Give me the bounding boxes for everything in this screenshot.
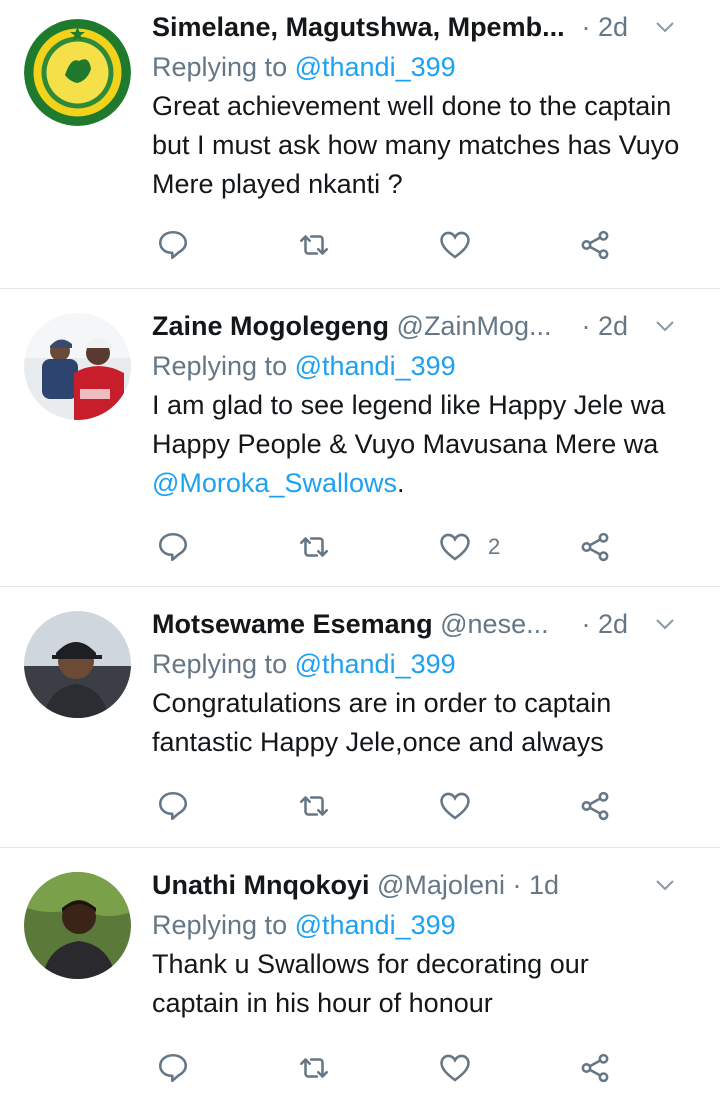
heart-icon (440, 792, 470, 820)
share-button[interactable] (578, 786, 612, 826)
share-icon (581, 230, 609, 260)
tweet-actions: 2 (152, 527, 632, 567)
replying-to: Replying to @thandi_399 (152, 346, 700, 386)
retweet-icon (299, 235, 329, 255)
heart-icon (440, 231, 470, 259)
heart-icon (440, 533, 470, 561)
tweet-text: Great achievement well done to the capta… (152, 91, 680, 199)
reply-button[interactable] (156, 527, 190, 567)
reply-feed: Simelane, Magutshwa, Mpemb... · 2d Reply… (0, 0, 720, 1099)
text-mention[interactable]: @Moroka_Swallows (152, 468, 397, 498)
chevron-down-icon[interactable] (655, 316, 675, 336)
like-button[interactable] (438, 786, 472, 826)
reply-icon (158, 532, 188, 562)
tweet-header: Motsewame Esemang @nese... · 2d (152, 604, 700, 644)
author-name[interactable]: Motsewame Esemang (152, 609, 433, 639)
timestamp[interactable]: · 1d (513, 870, 560, 900)
reply-icon (158, 791, 188, 821)
chevron-down-icon[interactable] (655, 17, 675, 37)
author-name[interactable]: Unathi Mnqokoyi (152, 870, 370, 900)
replying-label: Replying to (152, 52, 295, 82)
tweet-header: Unathi Mnqokoyi @Majoleni · 1d (152, 865, 700, 905)
author-handle[interactable]: @nese... (440, 609, 548, 639)
like-button[interactable] (438, 1048, 472, 1088)
author-name[interactable]: Zaine Mogolegeng (152, 311, 389, 341)
tweet-actions (152, 786, 632, 826)
replying-mention[interactable]: @thandi_399 (295, 351, 456, 381)
avatar[interactable] (24, 872, 131, 979)
share-icon (581, 532, 609, 562)
like-button[interactable] (438, 225, 472, 265)
timestamp[interactable]: · 2d (581, 306, 628, 346)
tweet-header: Zaine Mogolegeng @ZainMog... · 2d (152, 306, 700, 346)
tweet-text: Thank u Swallows for decorating our capt… (152, 949, 589, 1018)
share-icon (581, 1053, 609, 1083)
heart-icon (440, 1054, 470, 1082)
retweet-icon (299, 1058, 329, 1078)
reply-button[interactable] (156, 225, 190, 265)
reply-button[interactable] (156, 786, 190, 826)
tweet[interactable]: Simelane, Magutshwa, Mpemb... · 2d Reply… (0, 0, 720, 289)
replying-to: Replying to @thandi_399 (152, 644, 700, 684)
like-button[interactable]: 2 (438, 527, 500, 567)
tweet-actions (152, 225, 632, 265)
timestamp[interactable]: · 2d (581, 604, 628, 644)
replying-mention[interactable]: @thandi_399 (295, 910, 456, 940)
tweet-header: Simelane, Magutshwa, Mpemb... · 2d (152, 7, 700, 47)
author-handle[interactable]: @ZainMog... (397, 311, 552, 341)
retweet-button[interactable] (297, 225, 331, 265)
tweet[interactable]: Motsewame Esemang @nese... · 2d Replying… (0, 587, 720, 848)
replying-mention[interactable]: @thandi_399 (295, 52, 456, 82)
author-name[interactable]: Simelane, Magutshwa, Mpemb... (152, 12, 565, 42)
tweet[interactable]: Unathi Mnqokoyi @Majoleni · 1d Replying … (0, 848, 720, 1099)
tweet-text-body: I am glad to see legend like Happy Jele … (152, 390, 666, 459)
avatar[interactable] (24, 313, 131, 420)
like-count: 2 (488, 534, 501, 559)
tweet[interactable]: Zaine Mogolegeng @ZainMog... · 2d Replyi… (0, 289, 720, 587)
replying-mention[interactable]: @thandi_399 (295, 649, 456, 679)
chevron-down-icon[interactable] (655, 614, 675, 634)
tweet-text: I am glad to see legend like Happy Jele … (152, 386, 692, 503)
share-icon (581, 791, 609, 821)
author-handle[interactable]: @Majoleni (377, 870, 505, 900)
share-button[interactable] (578, 225, 612, 265)
replying-label: Replying to (152, 351, 295, 381)
tweet-actions (152, 1048, 632, 1088)
reply-icon (158, 230, 188, 260)
retweet-button[interactable] (297, 1048, 331, 1088)
timestamp[interactable]: · 2d (581, 7, 628, 47)
chevron-down-icon[interactable] (655, 875, 675, 895)
retweet-icon (299, 537, 329, 557)
replying-label: Replying to (152, 649, 295, 679)
retweet-button[interactable] (297, 786, 331, 826)
retweet-icon (299, 796, 329, 816)
tweet-text-end: . (397, 468, 405, 498)
avatar[interactable] (24, 611, 131, 718)
replying-to: Replying to @thandi_399 (152, 905, 700, 945)
avatar[interactable] (24, 19, 131, 126)
replying-label: Replying to (152, 910, 295, 940)
retweet-button[interactable] (297, 527, 331, 567)
share-button[interactable] (578, 1048, 612, 1088)
tweet-text: Congratulations are in order to captain … (152, 688, 612, 757)
reply-icon (158, 1053, 188, 1083)
share-button[interactable] (578, 527, 612, 567)
reply-button[interactable] (156, 1048, 190, 1088)
replying-to: Replying to @thandi_399 (152, 47, 700, 87)
